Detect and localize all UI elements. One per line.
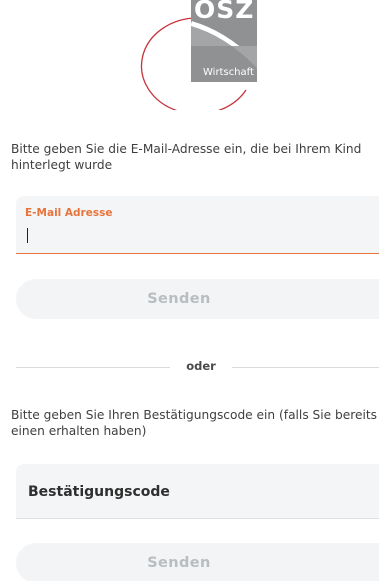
send-code-button-label: Senden	[147, 555, 211, 571]
text-cursor	[27, 228, 28, 243]
email-instruction-text: Bitte geben Sie die E-Mail-Adresse ein, …	[11, 142, 362, 172]
send-email-button[interactable]: Senden	[16, 279, 379, 319]
email-input[interactable]	[24, 224, 367, 244]
email-field-label: E-Mail Adresse	[25, 207, 113, 219]
password-reset-page: OSZ Wirtschaft Bitte geben Sie die E-Mai…	[0, 0, 379, 581]
email-field[interactable]: E-Mail Adresse	[16, 196, 379, 254]
confirmation-code-field[interactable]	[16, 464, 379, 519]
send-code-button[interactable]: Senden	[16, 543, 379, 581]
divider-label: oder	[186, 359, 216, 373]
code-instruction-text: Bitte geben Sie Ihren Bestätigungscode e…	[11, 408, 378, 438]
divider-line-right	[232, 367, 379, 368]
logo-osz-text: OSZ	[194, 0, 254, 24]
send-email-button-label: Senden	[147, 291, 211, 307]
divider-line-left	[16, 367, 170, 368]
logo-wirtschaft-text: Wirtschaft	[203, 67, 254, 78]
confirmation-code-input[interactable]	[28, 481, 368, 503]
osz-wirtschaft-logo: OSZ Wirtschaft	[140, 0, 260, 110]
